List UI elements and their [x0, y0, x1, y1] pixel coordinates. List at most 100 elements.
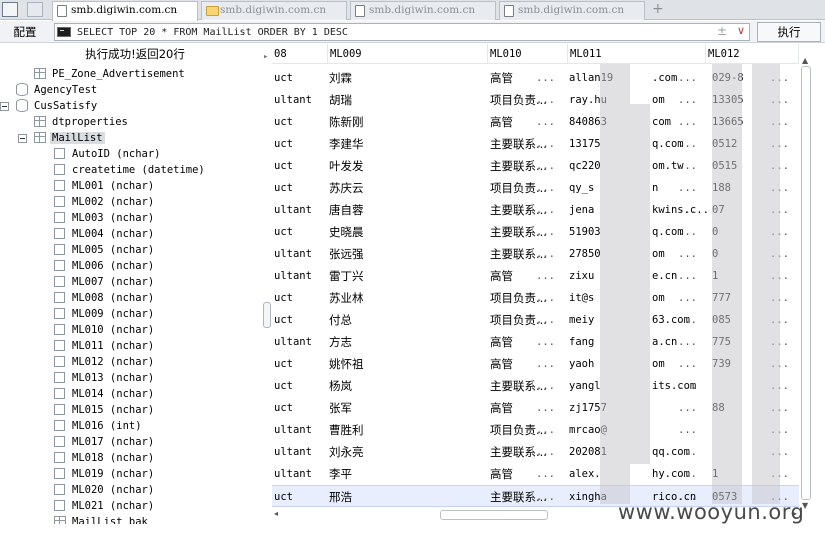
table-cell[interactable]: 付总	[329, 309, 399, 331]
scroll-left-icon[interactable]: ◂	[274, 509, 278, 518]
tree-node-column[interactable]: ML008 (nchar)	[54, 290, 156, 306]
table-cell[interactable]: uct	[274, 133, 328, 155]
table-cell[interactable]: 邢浩	[329, 486, 399, 508]
column-header[interactable]: ML011	[568, 44, 706, 64]
chevron-down-icon[interactable]: ∨	[737, 24, 745, 37]
tree-node-db[interactable]: CusSatisfy	[0, 98, 99, 114]
splitter-handle[interactable]	[263, 302, 271, 328]
table-cell[interactable]: 刘永亮	[329, 441, 399, 463]
table-cell[interactable]: 姚怀祖	[329, 353, 399, 375]
tab-4[interactable]: smb.digiwin.com.cn	[499, 1, 645, 20]
tree-node-column[interactable]: ML019 (nchar)	[54, 466, 156, 482]
collapse-icon[interactable]: ▸	[263, 52, 271, 62]
tree-node-column[interactable]: ML001 (nchar)	[54, 178, 156, 194]
table-cell[interactable]: 叶发发	[329, 155, 399, 177]
table-cell[interactable]: ultant	[274, 441, 328, 463]
tree-node-column[interactable]: ML016 (int)	[54, 418, 144, 434]
table-cell[interactable]: uct	[274, 397, 328, 419]
vertical-scroll-thumb[interactable]	[801, 66, 811, 500]
collapse-icon[interactable]	[0, 102, 9, 111]
tab-3[interactable]: smb.digiwin.com.cn	[350, 1, 496, 20]
table-cell[interactable]: uct	[274, 353, 328, 375]
table-cell[interactable]: 史晓晨	[329, 221, 399, 243]
tree-node-column[interactable]: AutoID (nchar)	[54, 146, 163, 162]
table-cell[interactable]: ultant	[274, 243, 328, 265]
table-cell[interactable]: uct	[274, 486, 328, 508]
table-cell[interactable]: 方志	[329, 331, 399, 353]
window-menu-icon[interactable]	[2, 2, 18, 17]
table-cell[interactable]: 刘霖	[329, 67, 399, 89]
table-cell[interactable]: uct	[274, 155, 328, 177]
tree-node-db[interactable]: AgencyTest	[16, 82, 99, 98]
table-cell[interactable]: uct	[274, 375, 328, 397]
tab-1[interactable]: smb.digiwin.com.cn	[52, 1, 198, 21]
table-cell[interactable]: 苏庆云	[329, 177, 399, 199]
tree-node-column[interactable]: ML014 (nchar)	[54, 386, 156, 402]
table-cell[interactable]: 杨岚	[329, 375, 399, 397]
tree-node-column[interactable]: ML018 (nchar)	[54, 450, 156, 466]
table-cell[interactable]: 苏业林	[329, 287, 399, 309]
table-cell[interactable]: 张远强	[329, 243, 399, 265]
tree-node-column[interactable]: ML005 (nchar)	[54, 242, 156, 258]
table-cell[interactable]: 张军	[329, 397, 399, 419]
table-cell[interactable]: uct	[274, 67, 328, 89]
column-header[interactable]: ML009	[328, 44, 488, 64]
tree-node-column[interactable]: ML006 (nchar)	[54, 258, 156, 274]
table-cell[interactable]: uct	[274, 111, 328, 133]
tree-node-column[interactable]: ML020 (nchar)	[54, 482, 156, 498]
tree-node-column[interactable]: ML003 (nchar)	[54, 210, 156, 226]
tab-list-icon[interactable]	[27, 2, 43, 17]
table-cell[interactable]: 唐自蓉	[329, 199, 399, 221]
table-cell[interactable]: uct	[274, 177, 328, 199]
table-cell[interactable]: 李建华	[329, 133, 399, 155]
tree-node-column[interactable]: createtime (datetime)	[54, 162, 207, 178]
tree-node-column[interactable]: ML010 (nchar)	[54, 322, 156, 338]
table-cell[interactable]: 胡瑞	[329, 89, 399, 111]
tree-node-column[interactable]: ML021 (nchar)	[54, 498, 156, 514]
collapse-icon[interactable]	[18, 134, 27, 143]
tree-node-column[interactable]: ML015 (nchar)	[54, 402, 156, 418]
adjust-icon[interactable]: ±	[717, 24, 727, 38]
tree-node-column[interactable]: ML011 (nchar)	[54, 338, 156, 354]
tree-node-table[interactable]: dtproperties	[34, 114, 130, 130]
execute-button[interactable]: 执行	[757, 22, 821, 42]
tree-node-column[interactable]: ML017 (nchar)	[54, 434, 156, 450]
tree-node-column[interactable]: ML009 (nchar)	[54, 306, 156, 322]
tree-node-column[interactable]: ML004 (nchar)	[54, 226, 156, 242]
new-tab-button[interactable]: +	[652, 1, 664, 17]
table-cell[interactable]: 李平	[329, 463, 399, 485]
tree-node-label: MailList	[50, 132, 105, 144]
column-header[interactable]: 08	[272, 44, 328, 64]
table-cell[interactable]: 雷丁兴	[329, 265, 399, 287]
table-cell[interactable]: ultant	[274, 199, 328, 221]
column-header[interactable]: ML012	[706, 44, 799, 64]
table-cell[interactable]: 陈新刚	[329, 111, 399, 133]
tab-2[interactable]: smb.digiwin.com.cn	[201, 1, 347, 20]
column-header[interactable]: ML010	[488, 44, 568, 64]
tree-node-label: createtime (datetime)	[72, 164, 205, 176]
table-cell[interactable]: ultant	[274, 419, 328, 441]
table-cell[interactable]: uct	[274, 309, 328, 331]
table-cell[interactable]: ultant	[274, 331, 328, 353]
config-button[interactable]: 配置	[2, 23, 48, 41]
table-cell[interactable]: ultant	[274, 463, 328, 485]
pane-splitter[interactable]: ▸	[262, 44, 272, 522]
redaction-blur	[630, 104, 650, 464]
vertical-scrollbar[interactable]: ▲ ▼	[799, 56, 813, 510]
table-cell[interactable]: 曹胜利	[329, 419, 399, 441]
tree-node-column[interactable]: ML002 (nchar)	[54, 194, 156, 210]
table-cell[interactable]: ultant	[274, 89, 328, 111]
tree-node-column[interactable]: ML013 (nchar)	[54, 370, 156, 386]
tree-node-table[interactable]: MailList_bak	[54, 514, 150, 524]
scroll-up-icon[interactable]: ▲	[802, 56, 808, 65]
table-cell[interactable]: uct	[274, 221, 328, 243]
tree-node-column[interactable]: ML012 (nchar)	[54, 354, 156, 370]
table-cell[interactable]: ultant	[274, 265, 328, 287]
tree-node-table[interactable]: MailList	[18, 130, 105, 146]
horizontal-scroll-thumb[interactable]	[440, 510, 548, 520]
database-tree[interactable]: PE_Zone_Advertisement AgencyTest CusSatisf…	[0, 64, 262, 524]
tree-node-column[interactable]: ML007 (nchar)	[54, 274, 156, 290]
tree-node-table[interactable]: PE_Zone_Advertisement	[34, 66, 187, 82]
sql-input[interactable]	[75, 24, 675, 40]
table-cell[interactable]: uct	[274, 287, 328, 309]
